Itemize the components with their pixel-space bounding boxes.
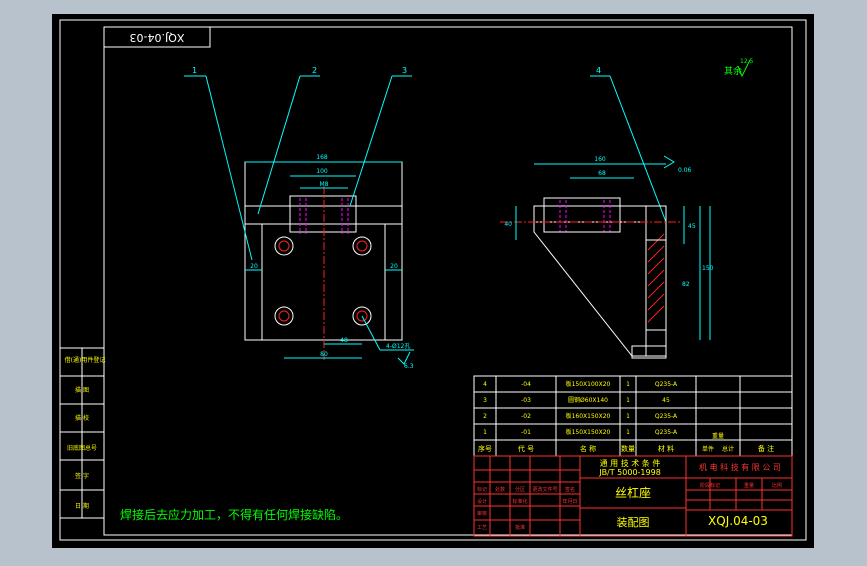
bom-cell-material: 45 [662, 397, 670, 404]
bom-header-2: 名 称 [580, 444, 596, 453]
bom-cell-name: 板150X100X20 [566, 380, 611, 388]
bom-cell-name: 板160X150X20 [566, 412, 611, 420]
callout-4: 4 [596, 66, 601, 75]
callout-1: 1 [192, 66, 197, 75]
bom-header-1: 代 号 [518, 444, 534, 453]
drawing-viewport[interactable]: XQJ.04-03 其余 12.5 168 100 M8 20 20 80 48… [0, 0, 867, 562]
dim-hole-spacing: 48 [340, 337, 348, 344]
bom-cell-qty: 1 [626, 413, 630, 420]
bom-cell-code: -01 [521, 429, 531, 436]
dim-slot-width: 100 [316, 168, 328, 175]
drawing-code: XQJ.04-03 [708, 514, 768, 528]
bom-header-6: 总计 [722, 445, 734, 453]
bom-cell-seq: 1 [483, 429, 487, 436]
bom-header-7: 备 注 [758, 444, 774, 453]
bom-cell-code: -04 [521, 381, 531, 388]
right-cell-2: 比例 [772, 482, 782, 489]
bom-cell-seq: 4 [483, 381, 487, 388]
bom-cell-qty: 1 [626, 429, 630, 436]
weld-note: 焊接后去应力加工，不得有任何焊接缺陷。 [120, 507, 348, 522]
dim-right-height-3: 82 [682, 281, 690, 288]
cell-4: 签名 [565, 486, 575, 493]
cell-3: 更改文件号 [532, 486, 557, 493]
roughness-note-text: 其余 [724, 65, 742, 77]
strip-label-3: 旧底图总号 [67, 444, 97, 452]
cad-sheet: XQJ.04-03 其余 12.5 168 100 M8 20 20 80 48… [52, 14, 814, 548]
bom-cell-code: -02 [521, 413, 531, 420]
dim-left-side: 20 [250, 263, 258, 270]
dim-right-height-2: 150 [702, 265, 714, 272]
dim-top-width: 160 [594, 156, 606, 163]
bom-cell-seq: 3 [483, 397, 487, 404]
bom-cell-qty: 1 [626, 397, 630, 404]
code-stamp-text: XQJ.04-03 [130, 31, 185, 44]
bom-cell-name: 板150X150X20 [566, 428, 611, 436]
bom-cell-seq: 2 [483, 413, 487, 420]
bom-cell-material: Q235-A [655, 429, 678, 436]
bom-header-5: 单件 [702, 445, 714, 453]
cell-8: 审核 [477, 510, 487, 517]
bom-cell-name: 圆钢Ø60X140 [568, 396, 608, 404]
roughness-value: 12.5 [740, 58, 754, 65]
dim-left-height: 40 [504, 221, 512, 228]
strip-label-2: 描 校 [75, 414, 89, 422]
right-cell-0: 阶段标记 [700, 482, 720, 489]
bom-header-0: 序号 [478, 444, 492, 453]
cell-2: 分区 [515, 486, 525, 493]
cell-10: 批准 [515, 524, 525, 531]
cell-6: 设计 [477, 498, 487, 505]
strip-label-1: 描 图 [75, 386, 89, 394]
dim-right-side: 20 [390, 263, 398, 270]
dim-right-height-1: 45 [688, 223, 696, 230]
dim-chamfer: 0.06 [678, 167, 692, 174]
bom-header-3: 数量 [621, 444, 635, 453]
part-name: 丝杠座 [615, 485, 651, 500]
dim-inner-width: 68 [598, 170, 606, 177]
cell-7: 标准化 [512, 498, 527, 505]
bom-cell-material: Q235-A [655, 413, 678, 420]
cell-0: 标记 [477, 486, 487, 493]
callout-3: 3 [402, 66, 407, 75]
bom-cell-code: -03 [521, 397, 531, 404]
dim-hole-note: 4-Ø12孔 [386, 342, 410, 350]
cell-9: 工艺 [477, 525, 487, 531]
bom-mass-label: 重量 [712, 432, 724, 440]
strip-label-4: 签 字 [75, 472, 89, 480]
bom-cell-qty: 1 [626, 381, 630, 388]
cell-1: 处数 [495, 486, 505, 493]
drawing-type: 装配图 [617, 516, 650, 529]
standard-1: 通 用 技 术 条 件 [600, 458, 661, 468]
bom-cell-material: Q235-A [655, 381, 678, 388]
dim-thread-note: 6.3 [404, 363, 414, 370]
right-cell-1: 重量 [744, 482, 754, 489]
bom-header-4: 材 料 [658, 444, 674, 453]
dim-overall-width: 168 [316, 154, 328, 161]
standard-2: JB/T 5000-1998 [598, 468, 661, 477]
strip-label-5: 日 期 [75, 502, 89, 510]
cell-5: 年月日 [562, 498, 577, 505]
dim-hidden-width: M8 [320, 181, 329, 188]
callout-2: 2 [312, 66, 317, 75]
strip-label-0: 借(通)用件登记 [65, 356, 106, 364]
company-name: 机 电 科 技 有 限 公 司 [699, 462, 781, 472]
dim-bottom-width: 80 [320, 351, 328, 358]
